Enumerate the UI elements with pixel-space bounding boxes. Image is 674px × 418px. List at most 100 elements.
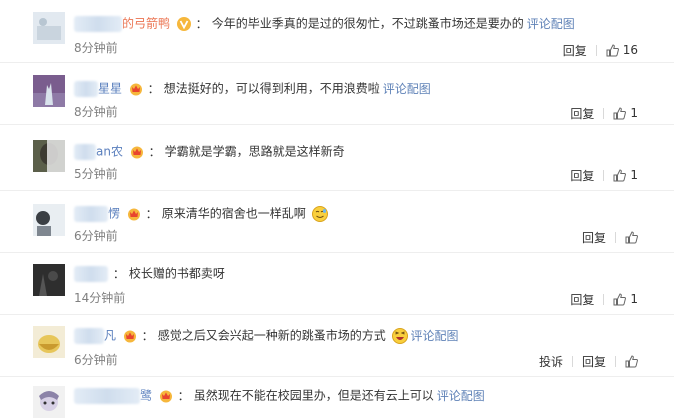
like-button[interactable]: 16	[606, 43, 638, 57]
crown-badge-icon	[130, 145, 144, 159]
blurred-username	[74, 327, 104, 344]
crown-badge-icon	[127, 207, 141, 221]
avatar[interactable]	[33, 75, 65, 107]
comment-image-link[interactable]: 评论配图	[527, 17, 575, 31]
comment-text: 想法挺好的，可以得到利用，不用浪费啦	[163, 81, 380, 96]
colon: ：	[148, 144, 161, 159]
comment-text: 学霸就是学霸，思路就是这样新奇	[164, 144, 345, 159]
like-button[interactable]: 1	[613, 292, 638, 306]
comment-text: 感觉之后又会兴起一种新的跳蚤市场的方式	[157, 328, 386, 343]
colon: ：	[145, 206, 158, 221]
comment-text: 校长赠的书都卖呀	[128, 266, 225, 281]
like-button[interactable]: 1	[613, 106, 638, 120]
comment-image-link[interactable]: 评论配图	[437, 389, 485, 403]
divider	[595, 44, 597, 56]
comment-item: ：校长赠的书都卖呀 14分钟前 回复 1	[0, 252, 674, 315]
comment-header: an农 ：学霸就是学霸，思路就是这样新奇	[74, 142, 345, 160]
divider	[615, 355, 616, 367]
timestamp: 6分钟前	[74, 229, 118, 243]
comment-text: 虽然现在不能在校园里办，但是还有云上可以	[193, 388, 434, 403]
blurred-username	[74, 15, 122, 32]
comment-item: 凡 ：感觉之后又会兴起一种新的跳蚤市场的方式 评论配图 6分钟前 投诉 回复	[0, 314, 674, 377]
avatar[interactable]	[33, 264, 65, 296]
comment-item: 愣 ：原来清华的宿舍也一样乱啊 6分钟前 回复	[0, 190, 674, 253]
username[interactable]: 鹭	[140, 389, 152, 403]
thumbs-up-icon	[625, 230, 638, 243]
divider	[571, 355, 573, 367]
comment-item: 鹭 ：虽然现在不能在校园里办，但是还有云上可以 评论配图	[0, 376, 674, 418]
like-button[interactable]: 1	[613, 168, 638, 182]
comment-image-link[interactable]: 评论配图	[411, 329, 459, 343]
comment-text: 原来清华的宿舍也一样乱啊	[161, 206, 306, 221]
timestamp: 6分钟前	[74, 353, 118, 367]
timestamp: 5分钟前	[74, 167, 118, 181]
avatar[interactable]	[33, 204, 65, 236]
comment-text: 今年的毕业季真的是过的很匆忙，不过跳蚤市场还是要办的	[211, 16, 524, 31]
crown-badge-icon	[159, 389, 173, 403]
vip-v-icon	[176, 16, 191, 31]
divider	[603, 169, 605, 181]
crown-badge-icon	[123, 329, 137, 343]
username[interactable]: 愣	[108, 207, 120, 221]
comment-actions: 回复 1	[570, 167, 638, 183]
avatar[interactable]	[33, 12, 65, 44]
laughing-emoji-icon	[391, 327, 408, 344]
colon: ：	[177, 388, 190, 403]
blurred-username	[74, 80, 98, 97]
comment-header: 凡 ：感觉之后又会兴起一种新的跳蚤市场的方式 评论配图	[74, 326, 459, 344]
blurred-username	[74, 205, 108, 222]
colon: ：	[195, 16, 208, 31]
reply-button[interactable]: 回复	[582, 353, 606, 370]
comment-header: 的弓箭鸭 ：今年的毕业季真的是过的很匆忙，不过跳蚤市场还是要办的 评论配图	[74, 14, 575, 32]
blurred-username	[74, 387, 140, 404]
avatar[interactable]	[33, 140, 65, 172]
avatar[interactable]	[33, 326, 65, 358]
comment-image-link[interactable]: 评论配图	[383, 82, 431, 96]
reply-button[interactable]: 回复	[570, 167, 594, 184]
comment-header: 鹭 ：虽然现在不能在校园里办，但是还有云上可以 评论配图	[74, 386, 485, 404]
divider	[603, 293, 605, 305]
like-count: 1	[630, 292, 638, 306]
colon: ：	[147, 81, 160, 96]
thumbs-up-icon	[625, 354, 638, 367]
reply-button[interactable]: 回复	[570, 291, 594, 308]
divider	[615, 231, 616, 243]
like-button[interactable]	[625, 354, 638, 368]
reply-button[interactable]: 回复	[563, 42, 587, 59]
embarrassed-emoji-icon	[311, 205, 328, 222]
comment-item: 的弓箭鸭 ：今年的毕业季真的是过的很匆忙，不过跳蚤市场还是要办的 评论配图 8分钟…	[0, 0, 674, 63]
username[interactable]: 的弓箭鸭	[122, 17, 170, 31]
report-button[interactable]: 投诉	[539, 353, 563, 370]
thumbs-up-icon	[606, 43, 619, 56]
comment-actions: 回复 16	[563, 42, 638, 58]
like-count: 1	[630, 106, 638, 120]
comment-header: ：校长赠的书都卖呀	[74, 264, 225, 282]
thumbs-up-icon	[613, 168, 627, 181]
like-count: 16	[622, 43, 638, 57]
comment-header: 愣 ：原来清华的宿舍也一样乱啊	[74, 204, 328, 222]
thumbs-up-icon	[613, 106, 627, 119]
blurred-username	[74, 265, 108, 282]
comment-header: 星星 ：想法挺好的，可以得到利用，不用浪费啦 评论配图	[74, 79, 431, 97]
reply-button[interactable]: 回复	[582, 229, 606, 246]
like-button[interactable]	[625, 230, 638, 244]
username[interactable]: 星星	[98, 82, 122, 96]
comment-actions: 回复	[582, 229, 638, 245]
reply-button[interactable]: 回复	[570, 105, 594, 122]
comment-actions: 投诉 回复	[539, 353, 638, 369]
username[interactable]: 凡	[104, 329, 116, 343]
comment-actions: 回复 1	[570, 291, 638, 307]
timestamp: 8分钟前	[74, 41, 118, 55]
divider	[603, 107, 605, 119]
avatar[interactable]	[33, 386, 65, 418]
comment-item: an农 ：学霸就是学霸，思路就是这样新奇 5分钟前 回复 1	[0, 124, 674, 191]
timestamp: 14分钟前	[74, 291, 126, 305]
comment-item: 星星 ：想法挺好的，可以得到利用，不用浪费啦 评论配图 8分钟前 回复 1	[0, 62, 674, 125]
like-count: 1	[630, 168, 638, 182]
thumbs-up-icon	[613, 292, 627, 305]
comment-actions: 回复 1	[570, 105, 638, 121]
crown-badge-icon	[129, 82, 143, 96]
username[interactable]: an农	[96, 145, 123, 159]
timestamp: 8分钟前	[74, 105, 118, 119]
colon: ：	[141, 328, 154, 343]
